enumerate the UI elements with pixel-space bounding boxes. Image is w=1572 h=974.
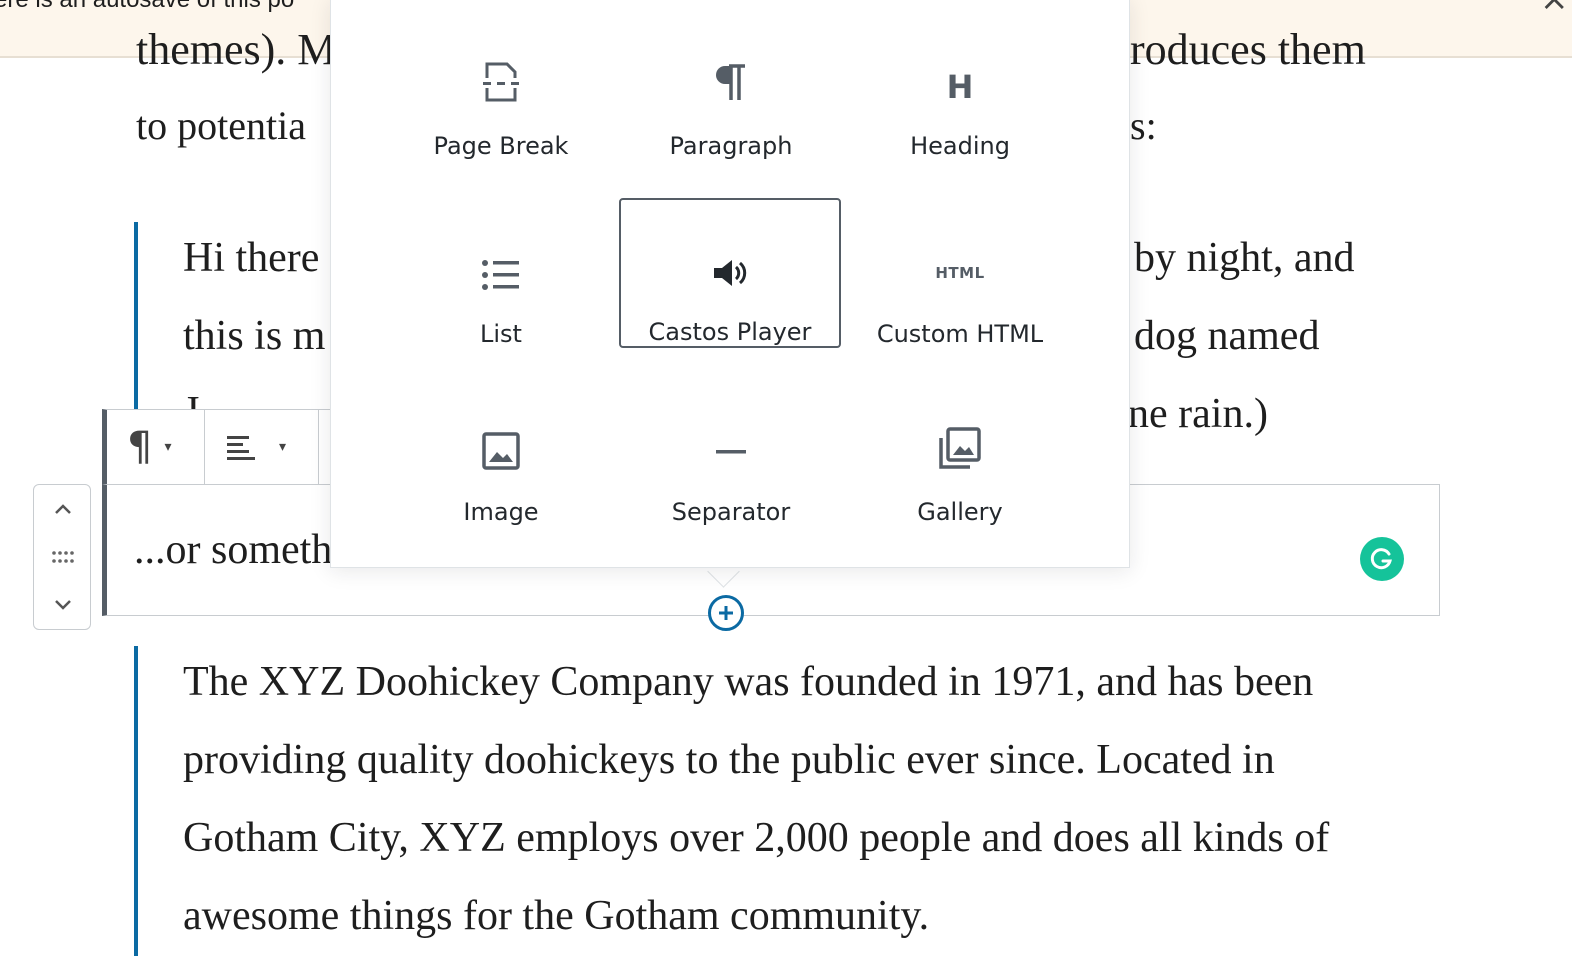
block-image[interactable]: Image [390,377,612,527]
gallery-icon [920,402,1000,470]
quote-line: dog named [1134,313,1320,359]
block-label: Separator [671,498,791,526]
block-label: Castos Player [648,318,812,346]
paragraph-transform-button[interactable]: ¶ ▾ [127,410,171,484]
page-break-icon [461,42,541,104]
drag-handle[interactable] [34,535,92,579]
quote-line: Gotham City, XYZ employs over 2,000 peop… [183,815,1330,861]
separator-icon [691,406,771,470]
toolbar-divider [318,410,319,484]
image-icon [461,406,541,470]
block-castos-player[interactable]: Castos Player [619,198,841,348]
block-label: Custom HTML [876,320,1044,348]
quote-line: The XYZ Doohickey Company was founded in… [183,659,1314,705]
block-heading[interactable]: H Heading [849,11,1071,161]
block-paragraph[interactable]: Paragraph [620,11,842,161]
chevron-down-icon: ▾ [164,439,172,455]
chevron-up-icon [55,504,71,514]
html-icon: HTML [920,224,1000,292]
move-down-button[interactable] [34,583,92,627]
block-mover [33,484,91,630]
toolbar-divider [204,410,205,484]
intro-line-fragment: to potentia [136,103,306,148]
paragraph-icon [691,42,771,104]
quote-line: this is m [183,313,326,359]
block-gallery[interactable]: Gallery [849,377,1071,527]
intro-line-tail: s: [1130,103,1157,148]
quote-line: Hi there [183,235,320,281]
block-label: Gallery [917,498,1003,526]
quote-line: ne rain.) [1128,391,1268,437]
quote-line: providing quality doohickeys to the publ… [183,737,1275,783]
intro-top-fragment: themes). M [136,25,337,74]
speaker-icon [690,222,770,290]
autosave-notice-text: ere is an autosave of this po [0,0,294,14]
block-list[interactable]: List [390,199,612,349]
move-up-button[interactable] [34,487,92,531]
heading-glyph: H [946,68,974,106]
quote-border [134,646,138,956]
selected-block-text[interactable]: ...or someth [134,526,332,574]
block-label: Page Break [433,132,569,160]
align-button[interactable]: ▾ [225,410,286,484]
chevron-down-icon: ▾ [279,439,287,455]
block-label: List [480,320,522,348]
chevron-down-icon [55,600,71,610]
block-label: Heading [910,132,1010,160]
html-glyph: HTML [935,264,985,282]
block-page-break[interactable]: Page Break [390,11,612,161]
block-label: Paragraph [669,132,793,160]
block-label: Image [463,498,539,526]
drag-handle-icon [52,551,74,563]
plus-icon [719,606,733,620]
quote-line: by night, and [1134,235,1355,281]
block-toolbar: ¶ ▾ ▾ [102,409,332,485]
close-icon[interactable]: × [1540,0,1569,16]
block-inserter-popover: Page Break Paragraph H Heading List Cast… [330,0,1130,568]
block-separator[interactable]: Separator [620,377,842,527]
quote-line: awesome things for the Gotham community. [183,893,930,939]
list-icon [461,224,541,292]
intro-top-tail: roduces them [1130,25,1366,74]
heading-icon: H [920,42,1000,106]
grammarly-icon[interactable] [1360,537,1404,581]
insert-block-button[interactable] [708,595,744,631]
align-left-icon [227,436,255,460]
quote-border [134,222,138,412]
block-custom-html[interactable]: HTML Custom HTML [849,199,1071,349]
paragraph-icon: ¶ [127,424,153,470]
